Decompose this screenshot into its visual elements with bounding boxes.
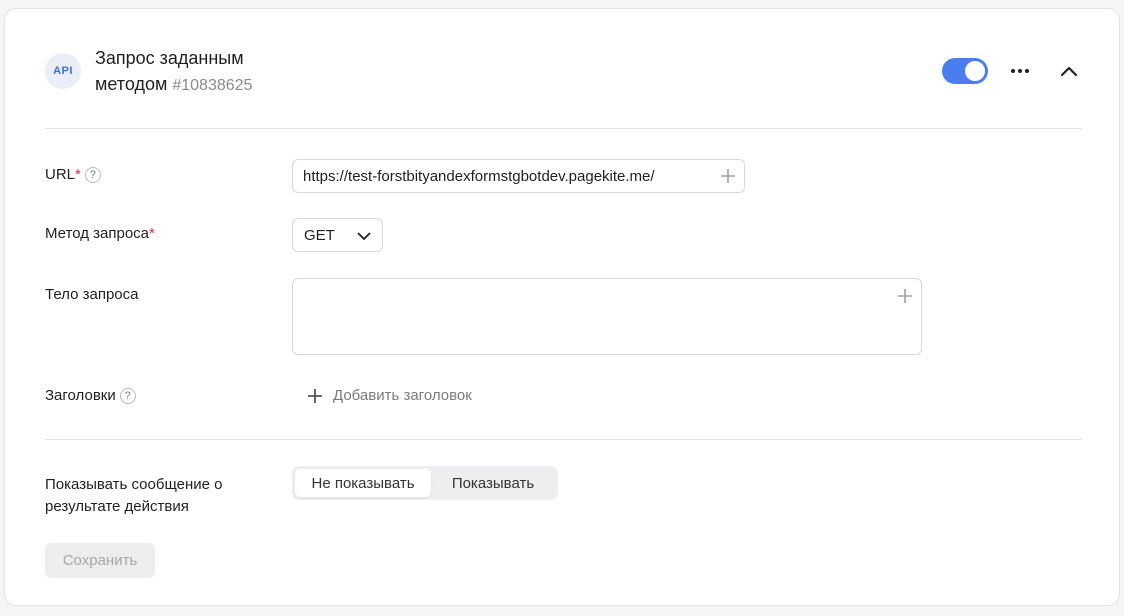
method-select[interactable]: GET [292,218,383,252]
save-button[interactable]: Сохранить [45,543,155,578]
api-icon: API [45,53,81,89]
option-hide[interactable]: Не показывать [295,469,431,497]
header-divider [45,128,1082,129]
method-label: Метод запроса* [45,225,155,242]
action-id: #10838625 [172,77,253,94]
plus-icon[interactable] [897,288,913,304]
chevron-up-icon[interactable] [1057,61,1081,81]
title-line2: методом [95,74,168,94]
body-label: Тело запроса [45,286,139,303]
url-input[interactable]: https://test-forstbityandexformstgbotdev… [292,159,745,193]
plus-icon[interactable] [720,168,736,184]
chevron-down-icon [357,232,371,240]
enable-toggle[interactable] [942,58,988,84]
card-header: API Запрос заданным методом #10838625 [5,9,1119,129]
help-icon[interactable]: ? [84,167,101,183]
add-header-label: Добавить заголовок [333,387,472,404]
option-show[interactable]: Показывать [431,469,555,497]
url-label: URL*? [45,166,101,183]
help-icon[interactable]: ? [119,388,136,404]
url-value: https://test-forstbityandexformstgbotdev… [303,167,655,185]
action-title: Запрос заданным методом #10838625 [95,45,295,99]
headers-label: Заголовки? [45,387,136,404]
action-card: API Запрос заданным методом #10838625 UR… [4,8,1120,606]
method-value: GET [304,226,335,244]
result-message-label: Показывать сообщение о результате действ… [45,476,223,515]
more-options-icon[interactable] [1005,61,1035,81]
result-message-switch: Не показывать Показывать [292,466,558,500]
body-textarea[interactable] [292,278,922,355]
add-header-button[interactable]: Добавить заголовок [307,387,472,404]
plus-icon [308,388,322,403]
title-line1: Запрос заданным [95,48,244,68]
toggle-knob [965,61,985,81]
section-divider [45,439,1082,440]
